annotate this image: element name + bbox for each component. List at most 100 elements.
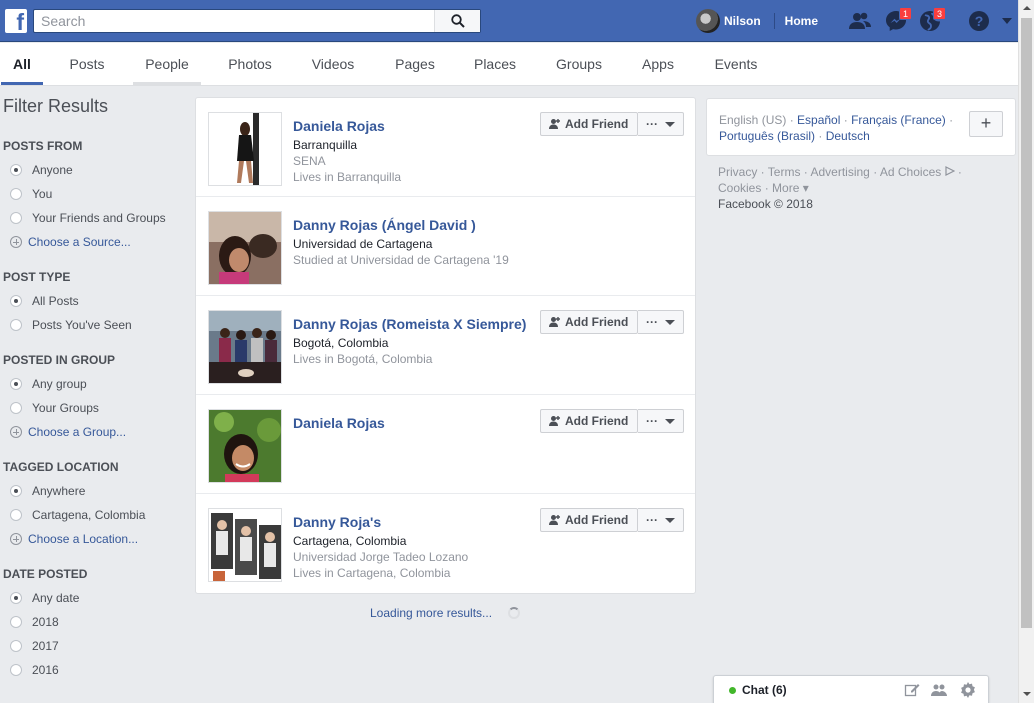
radio[interactable] xyxy=(10,664,22,676)
filter-option[interactable]: Anyone xyxy=(3,158,183,182)
filter-option[interactable]: Anywhere xyxy=(3,479,183,503)
scroll-down-arrow-icon[interactable] xyxy=(1023,692,1031,696)
language-link[interactable]: Español xyxy=(797,113,840,127)
radio[interactable] xyxy=(10,402,22,414)
new-group-icon[interactable] xyxy=(931,682,947,698)
more-options-button[interactable]: ··· xyxy=(638,508,684,532)
tab-videos[interactable]: Videos xyxy=(304,43,362,85)
scroll-thumb[interactable] xyxy=(1021,18,1032,628)
filter-option[interactable]: 2016 xyxy=(3,658,183,682)
filter-heading: POSTED IN GROUP xyxy=(3,353,116,367)
tab-events[interactable]: Events xyxy=(707,43,765,85)
profile-link[interactable]: Nilson xyxy=(724,14,761,28)
choose-group-link[interactable]: Choose a Group... xyxy=(3,420,183,444)
footer-link[interactable]: More xyxy=(772,181,799,195)
add-friend-button[interactable]: Add Friend xyxy=(540,112,638,136)
radio[interactable] xyxy=(10,509,22,521)
tab-groups[interactable]: Groups xyxy=(550,43,608,85)
radio[interactable] xyxy=(10,640,22,652)
tab-apps[interactable]: Apps xyxy=(636,43,680,85)
chat-label: Chat (6) xyxy=(742,683,787,697)
radio-selected[interactable] xyxy=(10,592,22,604)
radio-selected[interactable] xyxy=(10,378,22,390)
radio[interactable] xyxy=(10,188,22,200)
radio-selected[interactable] xyxy=(10,485,22,497)
filter-option[interactable]: Cartagena, Colombia xyxy=(3,503,183,527)
footer-link[interactable]: Privacy xyxy=(718,165,757,179)
chat-bar[interactable]: Chat (6) xyxy=(713,675,989,703)
radio-selected[interactable] xyxy=(10,164,22,176)
result-detail: Cartagena, Colombia xyxy=(293,534,407,548)
footer-link[interactable]: Terms xyxy=(768,165,801,179)
filter-option[interactable]: All Posts xyxy=(3,289,183,313)
filter-option[interactable]: 2017 xyxy=(3,634,183,658)
profile-photo[interactable] xyxy=(208,211,282,285)
top-right-nav: Nilson Home xyxy=(694,0,818,42)
tab-pages[interactable]: Pages xyxy=(386,43,444,85)
more-options-button[interactable]: ··· xyxy=(638,310,684,334)
search-button[interactable] xyxy=(434,10,480,32)
radio[interactable] xyxy=(10,212,22,224)
choose-location-link[interactable]: Choose a Location... xyxy=(3,527,183,551)
profile-photo[interactable] xyxy=(208,112,282,186)
loading-more-text: Loading more results... xyxy=(370,606,493,620)
home-link[interactable]: Home xyxy=(785,14,818,28)
user-avatar[interactable] xyxy=(696,9,720,33)
more-options-button[interactable]: ··· xyxy=(638,409,684,433)
filter-option[interactable]: Your Groups xyxy=(3,396,183,420)
filter-option[interactable]: You xyxy=(3,182,183,206)
filter-option[interactable]: 2018 xyxy=(3,610,183,634)
facebook-logo[interactable]: f xyxy=(5,9,27,34)
more-languages-button[interactable]: + xyxy=(969,111,1003,137)
filter-option[interactable]: Any group xyxy=(3,372,183,396)
result-row: Danny Rojas (Ángel David ) Universidad d… xyxy=(196,197,695,296)
account-menu-button[interactable] xyxy=(1000,14,1014,28)
search-tabs: All Posts People Photos Videos Pages Pla… xyxy=(0,43,1018,86)
footer-link[interactable]: Ad Choices xyxy=(880,165,941,179)
page-scrollbar[interactable] xyxy=(1018,0,1034,703)
footer-link[interactable]: Advertising xyxy=(810,165,869,179)
tab-posts[interactable]: Posts xyxy=(62,43,112,85)
profile-photo[interactable] xyxy=(208,508,282,582)
help-button[interactable]: ? xyxy=(967,9,991,33)
profile-photo[interactable] xyxy=(208,409,282,483)
tab-people[interactable]: People xyxy=(133,43,201,85)
tab-places[interactable]: Places xyxy=(466,43,524,85)
ad-choices-icon xyxy=(944,166,955,176)
filter-option[interactable]: Posts You've Seen xyxy=(3,313,183,337)
scroll-up-arrow-icon[interactable] xyxy=(1023,6,1031,10)
notifications-button[interactable]: 3 xyxy=(918,7,946,33)
add-friend-button[interactable]: Add Friend xyxy=(540,508,638,532)
choose-source-link[interactable]: Choose a Source... xyxy=(3,230,183,254)
result-name-link[interactable]: Daniela Rojas xyxy=(293,415,385,431)
gear-icon[interactable] xyxy=(960,682,976,698)
online-status-icon xyxy=(729,687,736,694)
result-name-link[interactable]: Daniela Rojas xyxy=(293,118,385,134)
language-list: English (US) · Español · Français (Franc… xyxy=(719,113,954,143)
language-link[interactable]: Português (Brasil) xyxy=(719,129,815,143)
result-detail: Lives in Cartagena, Colombia xyxy=(293,566,451,580)
search-input[interactable] xyxy=(34,10,434,32)
language-link[interactable]: Français (France) xyxy=(851,113,946,127)
radio-selected[interactable] xyxy=(10,295,22,307)
filter-title: Filter Results xyxy=(3,96,109,116)
tab-all[interactable]: All xyxy=(1,43,43,85)
result-name-link[interactable]: Danny Roja's xyxy=(293,514,381,530)
result-name-link[interactable]: Danny Rojas (Romeista X Siempre) xyxy=(293,316,526,332)
filter-option[interactable]: Your Friends and Groups xyxy=(3,206,183,230)
radio[interactable] xyxy=(10,616,22,628)
result-name-link[interactable]: Danny Rojas (Ángel David ) xyxy=(293,217,476,233)
friend-requests-button[interactable] xyxy=(848,9,872,33)
add-friend-button[interactable]: Add Friend xyxy=(540,310,638,334)
profile-photo[interactable] xyxy=(208,310,282,384)
compose-icon[interactable] xyxy=(904,682,920,698)
filter-group-tagged-location: TAGGED LOCATION Anywhere Cartagena, Colo… xyxy=(3,457,183,551)
tab-photos[interactable]: Photos xyxy=(221,43,279,85)
more-options-button[interactable]: ··· xyxy=(638,112,684,136)
messages-button[interactable]: 1 xyxy=(884,7,912,33)
add-friend-button[interactable]: Add Friend xyxy=(540,409,638,433)
filter-option[interactable]: Any date xyxy=(3,586,183,610)
radio[interactable] xyxy=(10,319,22,331)
footer-link[interactable]: Cookies xyxy=(718,181,761,195)
language-link[interactable]: Deutsch xyxy=(826,129,870,143)
